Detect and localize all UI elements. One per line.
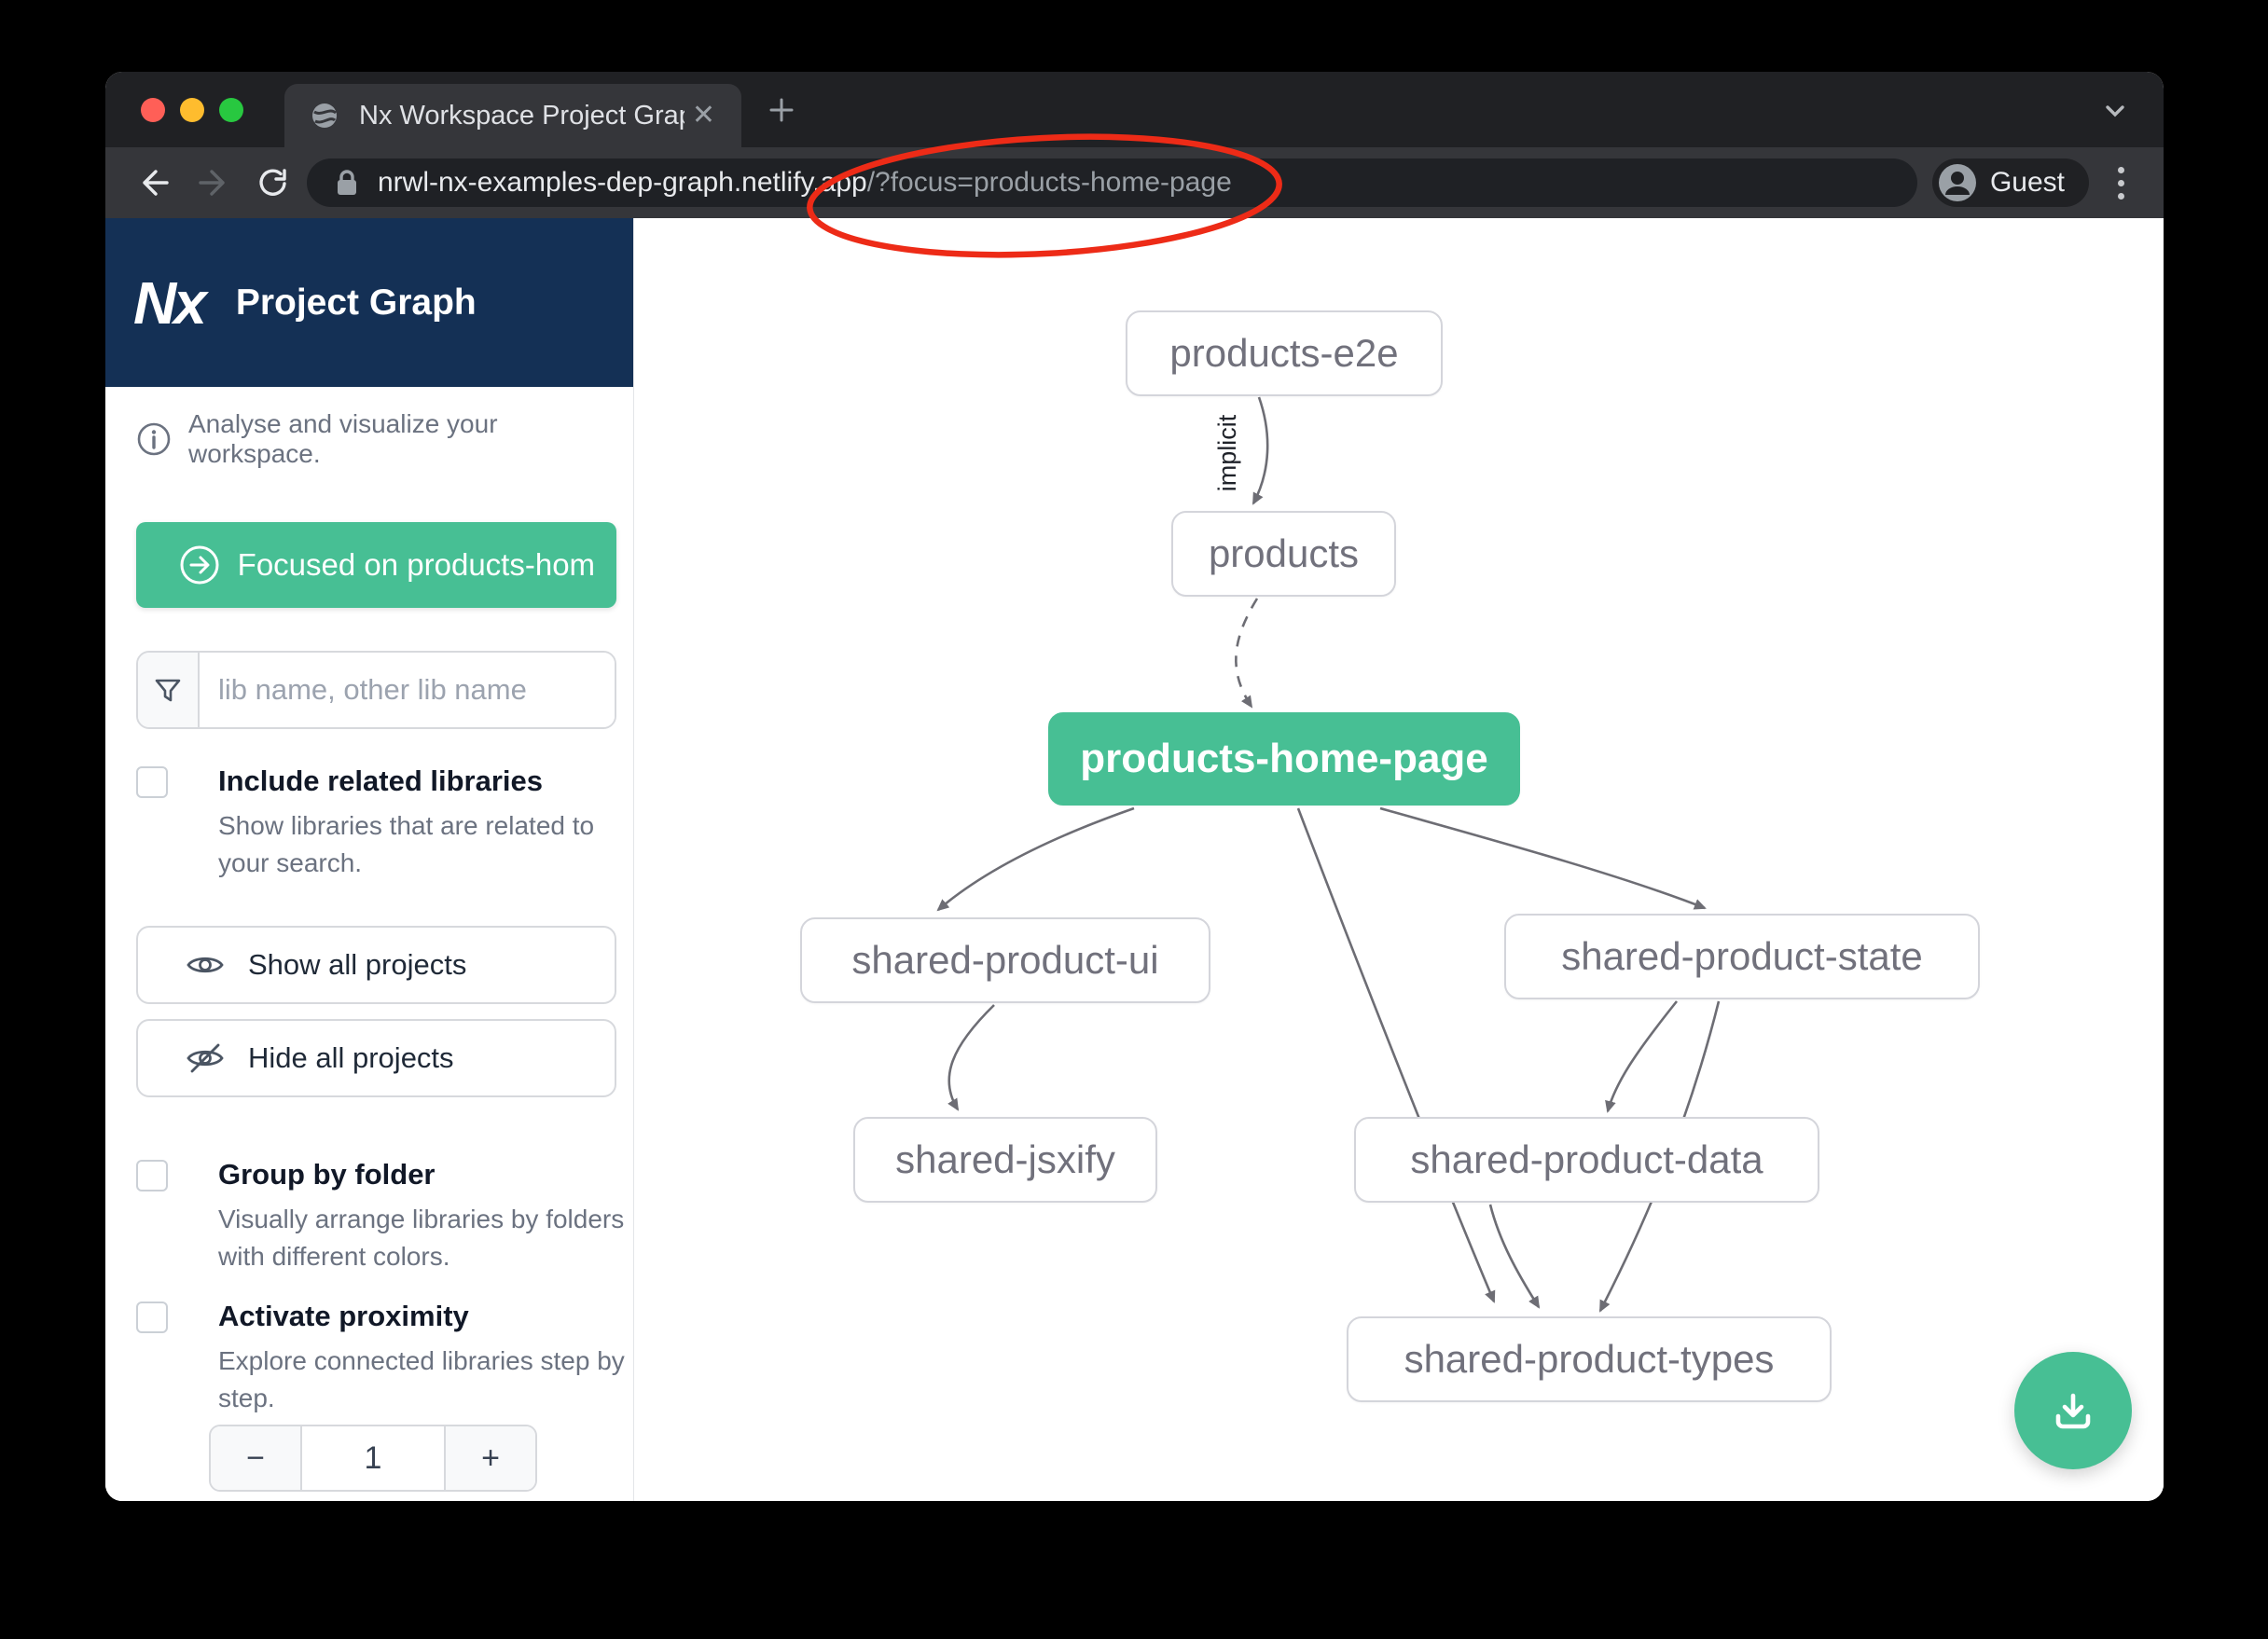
new-tab-button[interactable] <box>764 92 799 128</box>
window-controls <box>141 98 243 122</box>
tab-search-chevron-icon[interactable] <box>2099 100 2131 122</box>
tab-close-icon[interactable]: ✕ <box>685 98 723 133</box>
include-related-description: Show libraries that are related to your … <box>218 807 652 883</box>
url-domain: nrwl-nx-examples-dep-graph.netlify.app <box>378 167 867 198</box>
eye-off-icon <box>185 1038 226 1079</box>
group-by-folder-label: Group by folder <box>218 1158 436 1191</box>
graph-edge-products-home-page__shared-product-state <box>1380 808 1705 908</box>
download-icon <box>2045 1383 2101 1439</box>
include-related-block: Include related libraries Show libraries… <box>136 764 616 883</box>
address-bar[interactable]: nrwl-nx-examples-dep-graph.netlify.app/?… <box>307 158 1917 207</box>
back-button[interactable] <box>124 153 184 213</box>
browser-toolbar: nrwl-nx-examples-dep-graph.netlify.app/?… <box>105 147 2164 218</box>
include-related-checkbox[interactable] <box>136 766 168 798</box>
sidebar-header: Nx Project Graph <box>105 218 633 387</box>
tagline-text: Analyse and visualize your workspace. <box>188 409 633 469</box>
page-title: Project Graph <box>236 282 477 324</box>
download-image-button[interactable] <box>2014 1352 2132 1469</box>
nx-logo: Nx <box>133 269 204 337</box>
graph-edge-products-home-page__shared-product-types <box>1298 808 1494 1302</box>
graph-node-shared-product-ui[interactable]: shared-product-ui <box>800 917 1210 1003</box>
stepper-increment-button[interactable]: + <box>444 1426 535 1490</box>
funnel-icon <box>138 653 200 727</box>
avatar-icon <box>1938 163 1977 202</box>
graph-edge-shared-product-ui__shared-jsxify <box>949 1005 994 1109</box>
graph-node-shared-product-state[interactable]: shared-product-state <box>1504 914 1980 999</box>
window-minimize-button[interactable] <box>180 98 204 122</box>
profile-label: Guest <box>1990 167 2065 199</box>
forward-button[interactable] <box>184 153 243 213</box>
group-by-folder-description: Visually arrange libraries by folders wi… <box>218 1201 652 1276</box>
browser-menu-icon[interactable] <box>2100 158 2141 207</box>
info-icon <box>136 421 172 457</box>
tagline-row: Analyse and visualize your workspace. <box>136 409 633 469</box>
show-all-projects-label: Show all projects <box>248 948 466 982</box>
profile-button[interactable]: Guest <box>1932 158 2089 207</box>
graph-node-products-home-page[interactable]: products-home-page <box>1048 712 1520 806</box>
graph-edge-shared-product-state__shared-product-data <box>1608 1001 1677 1111</box>
filter-input-group <box>136 651 616 729</box>
activate-proximity-block: Activate proximity Explore connected lib… <box>136 1300 616 1418</box>
group-by-folder-block: Group by folder Visually arrange librari… <box>136 1158 616 1276</box>
filter-input[interactable] <box>200 653 615 727</box>
show-all-projects-button[interactable]: Show all projects <box>136 926 616 1004</box>
graph-canvas[interactable]: implicit products-e2e products products-ho… <box>634 218 2164 1501</box>
graph-edge-products__products-home-page <box>1236 599 1257 707</box>
proximity-stepper: − 1 + <box>209 1425 537 1492</box>
graph-edge-products-home-page__shared-product-ui <box>938 808 1134 910</box>
page-content: Nx Project Graph Analyse and visualize y… <box>105 218 2164 1501</box>
window-close-button[interactable] <box>141 98 165 122</box>
url-text: nrwl-nx-examples-dep-graph.netlify.app/?… <box>378 167 1232 199</box>
tab-title: Nx Workspace Project Graph <box>359 101 685 131</box>
arrow-right-circle-icon <box>177 543 219 587</box>
url-path: /?focus=products-home-page <box>867 167 1232 198</box>
graph-node-shared-product-data[interactable]: shared-product-data <box>1354 1117 1819 1203</box>
group-by-folder-checkbox[interactable] <box>136 1160 168 1191</box>
edge-label-implicit: implicit <box>1213 414 1241 491</box>
activate-proximity-checkbox[interactable] <box>136 1302 168 1333</box>
focused-button[interactable]: Focused on products-hom... <box>136 522 616 608</box>
browser-window: Nx Workspace Project Graph ✕ <box>105 72 2164 1501</box>
activate-proximity-label: Activate proximity <box>218 1300 469 1333</box>
graph-node-shared-jsxify[interactable]: shared-jsxify <box>853 1117 1157 1203</box>
include-related-label: Include related libraries <box>218 764 543 798</box>
hide-all-projects-label: Hide all projects <box>248 1041 454 1075</box>
hide-all-projects-button[interactable]: Hide all projects <box>136 1019 616 1097</box>
lock-icon <box>333 166 361 200</box>
graph-node-shared-product-types[interactable]: shared-product-types <box>1347 1316 1832 1402</box>
globe-icon <box>309 100 340 131</box>
graph-edge-shared-product-data__shared-product-types <box>1490 1205 1539 1307</box>
graph-node-products[interactable]: products <box>1171 511 1396 597</box>
graph-edge-products-e2e__products <box>1253 397 1267 503</box>
tab-strip: Nx Workspace Project Graph ✕ <box>105 72 2164 147</box>
stepper-decrement-button[interactable]: − <box>211 1426 302 1490</box>
stepper-value: 1 <box>302 1426 444 1490</box>
graph-edges: implicit <box>634 218 2164 1501</box>
activate-proximity-description: Explore connected libraries step by step… <box>218 1343 652 1418</box>
reload-button[interactable] <box>243 153 303 213</box>
graph-node-products-e2e[interactable]: products-e2e <box>1126 310 1443 396</box>
browser-tab[interactable]: Nx Workspace Project Graph ✕ <box>284 84 741 147</box>
window-zoom-button[interactable] <box>219 98 243 122</box>
sidebar: Nx Project Graph Analyse and visualize y… <box>105 218 634 1501</box>
eye-icon <box>185 944 226 985</box>
focused-button-label: Focused on products-hom... <box>238 547 594 583</box>
